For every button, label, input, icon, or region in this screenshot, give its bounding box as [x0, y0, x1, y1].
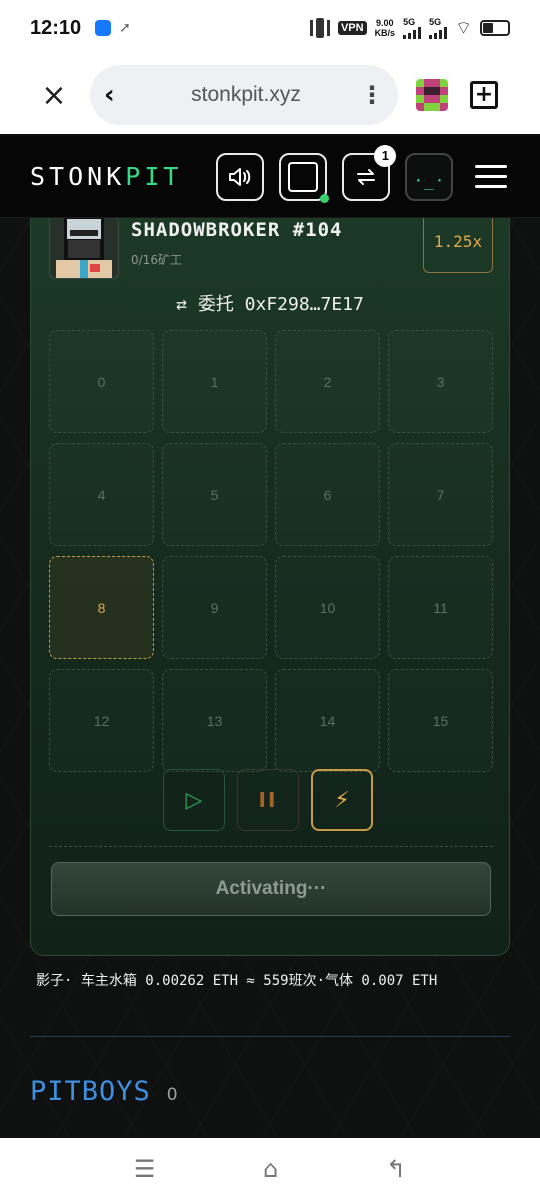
signal-bars-2	[429, 26, 448, 39]
page-content: SHADOWBROKER #104 0/16矿工 1.25x ⇄ 委托 0xF2…	[0, 218, 540, 1138]
vpn-icon: VPN	[337, 21, 367, 35]
network-speed-value: 9.00	[376, 18, 394, 28]
miner-slot[interactable]: 10	[275, 556, 380, 659]
miner-slot[interactable]: 15	[388, 669, 493, 772]
miner-slot[interactable]: 3	[388, 330, 493, 433]
status-bar: 12:10 ➚ VPN 9.00 KB/s 5G 5G ⌔	[0, 0, 540, 56]
miner-slot[interactable]: 13	[162, 669, 267, 772]
miner-slot[interactable]: 7	[388, 443, 493, 546]
fullscreen-button[interactable]	[279, 152, 330, 203]
logo-part-pit: PIT	[125, 162, 183, 191]
bot-name: SHADOWBROKER #104	[131, 219, 343, 241]
swap-button[interactable]: 1	[342, 144, 397, 201]
signal-2-label: 5G	[429, 16, 442, 27]
app-notification-icon	[95, 20, 112, 36]
signal-bars-1	[403, 26, 422, 39]
miner-slot[interactable]: 8	[49, 556, 154, 659]
vibrate-icon	[309, 18, 330, 38]
notification-icons: ➚	[95, 20, 131, 36]
swap-count-badge: 1	[374, 144, 397, 167]
tank-info: 影子· 车主水箱 0.00262 ETH ≈ 559班次·气体 0.007 ET…	[36, 973, 438, 989]
site-logo[interactable]: STONKPIT	[30, 162, 182, 191]
delegate-address[interactable]: ⇄ 委托 0xF298…7E17	[31, 290, 509, 316]
signal-icon-1: 5G	[403, 16, 422, 39]
play-button[interactable]: ▷	[163, 769, 225, 831]
signal-1-label: 5G	[403, 16, 416, 27]
menu-line	[475, 175, 508, 178]
sound-button[interactable]	[216, 152, 265, 201]
miner-slot[interactable]: 14	[275, 669, 380, 772]
miner-slot[interactable]: 9	[162, 556, 267, 659]
rocket-notification-icon: ➚	[119, 20, 131, 36]
speaker-icon	[229, 167, 251, 186]
miner-slot[interactable]: 2	[275, 330, 380, 433]
terminal-button[interactable]: ·_·	[405, 152, 454, 201]
pitboys-section: PITBOYS 0	[30, 1076, 178, 1107]
signal-icon-2: 5G	[429, 16, 448, 39]
pitboys-count: 0	[166, 1085, 178, 1105]
miner-slot[interactable]: 11	[388, 556, 493, 659]
browser-toolbar: × ‹ stonkpit.xyz ⋮ +	[0, 56, 540, 134]
hamburger-menu-button[interactable]	[475, 165, 508, 188]
url-text[interactable]: stonkpit.xyz	[132, 83, 360, 107]
header-buttons: 1 ·_·	[216, 144, 454, 203]
menu-line	[475, 165, 508, 168]
url-bar[interactable]: ‹ stonkpit.xyz ⋮	[90, 65, 398, 125]
status-time: 12:10	[30, 16, 82, 39]
system-indicators: VPN 9.00 KB/s 5G 5G ⌔	[309, 16, 510, 40]
frame-icon	[288, 161, 319, 192]
pause-icon: II	[258, 788, 278, 812]
miner-slot[interactable]: 12	[49, 669, 154, 772]
multiplier-badge: 1.25x	[423, 218, 493, 273]
miner-slot[interactable]: 4	[49, 443, 154, 546]
miner-slot-grid: 0 1 2 3 4 5 6 7 8 9 10 11 12 13 14 15	[49, 330, 493, 772]
new-tab-button[interactable]: +	[470, 81, 498, 109]
lightning-icon: ⚡	[334, 787, 350, 813]
pause-button[interactable]: II	[237, 769, 299, 831]
boost-button[interactable]: ⚡	[311, 769, 373, 831]
pitboys-title: PITBOYS	[30, 1076, 151, 1107]
miner-count: 0/16矿工	[131, 253, 182, 267]
terminal-face-icon: ·_·	[413, 171, 446, 190]
wifi-icon: ⌔	[455, 17, 472, 38]
bot-card: SHADOWBROKER #104 0/16矿工 1.25x ⇄ 委托 0xF2…	[30, 218, 510, 956]
miner-slot[interactable]: 6	[275, 443, 380, 546]
network-speed: 9.00 KB/s	[375, 18, 396, 38]
back-icon[interactable]: ↰	[386, 1155, 406, 1183]
swap-icon	[357, 168, 376, 185]
online-indicator	[320, 193, 330, 203]
close-tab-button[interactable]: ×	[24, 65, 84, 125]
recents-menu-icon[interactable]: ☰	[134, 1155, 156, 1183]
logo-part-stonk: STONK	[30, 162, 126, 191]
site-header: STONKPIT 1 ·_·	[0, 136, 540, 218]
control-buttons: ▷ II ⚡	[163, 769, 373, 831]
play-icon: ▷	[185, 787, 203, 813]
menu-line	[475, 185, 508, 188]
section-divider	[30, 1036, 510, 1037]
bot-avatar	[49, 218, 119, 279]
miner-slot[interactable]: 0	[49, 330, 154, 433]
battery-icon	[480, 20, 510, 36]
network-speed-unit: KB/s	[374, 28, 396, 38]
activate-button[interactable]: Activating···	[51, 862, 491, 916]
system-nav-bar: ☰ ⌂ ↰	[0, 1138, 540, 1200]
divider	[49, 846, 493, 847]
miner-slot[interactable]: 5	[162, 443, 267, 546]
miner-slot[interactable]: 1	[162, 330, 267, 433]
more-options-icon[interactable]: ⋮	[360, 81, 384, 109]
home-icon[interactable]: ⌂	[263, 1155, 278, 1183]
back-arrow-icon[interactable]: ‹	[104, 80, 132, 110]
profile-avatar[interactable]	[416, 79, 448, 111]
